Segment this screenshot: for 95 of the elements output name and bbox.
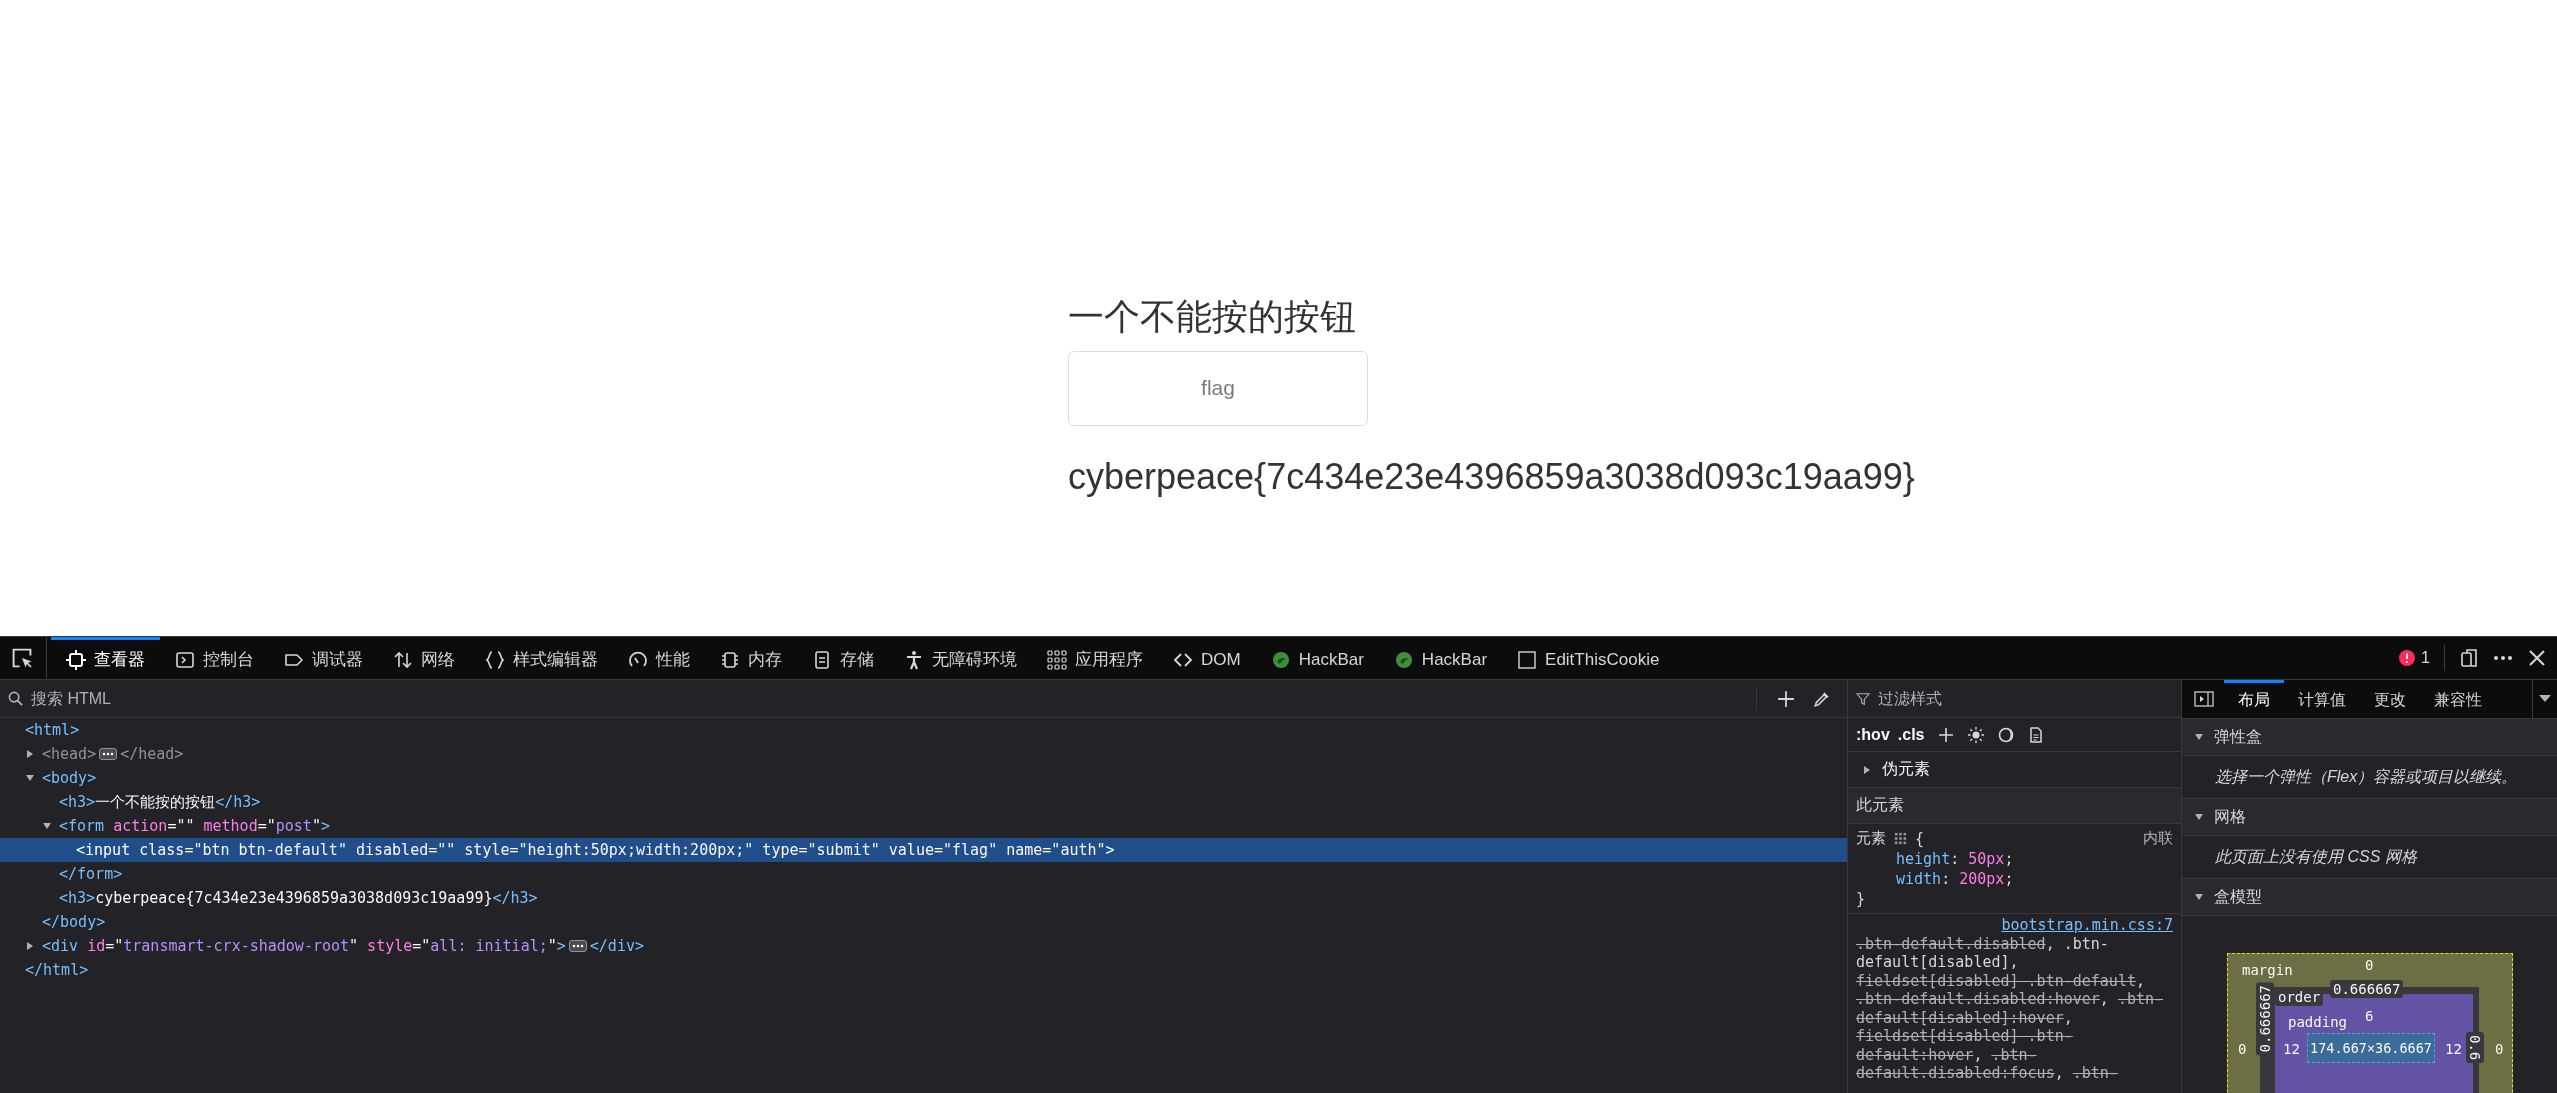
disclosure-triangle-icon[interactable] (2194, 892, 2204, 902)
add-icon[interactable] (1938, 726, 1955, 743)
box-value: 0 (2238, 1040, 2247, 1058)
devtools-tab[interactable]: 内存 (705, 637, 797, 679)
css-declaration[interactable]: height: 50px; (1856, 849, 2014, 869)
close-icon[interactable] (2527, 648, 2547, 668)
devtools-tab[interactable]: 样式编辑器 (470, 637, 613, 679)
markup-line[interactable]: </html> (0, 958, 1847, 982)
error-count[interactable]: 1 (2399, 649, 2430, 667)
box-value: 6 (2365, 1007, 2374, 1025)
devtools-tab[interactable]: 控制台 (160, 637, 269, 679)
disclosure-triangle-icon[interactable] (1862, 764, 1872, 775)
box-label: margin (2242, 961, 2293, 979)
grid-icon (1047, 649, 1067, 670)
markup-line[interactable]: <h3>一个不能按的按钮</h3> (0, 790, 1847, 814)
box-value: 0 (2365, 956, 2374, 974)
rule-origin: 内联 (2143, 829, 2173, 848)
markup-line[interactable]: </form> (0, 862, 1847, 886)
sidebar-tab[interactable]: 更改 (2360, 680, 2420, 718)
devtools-tab[interactable]: 性能 (613, 637, 705, 679)
box-value: 0.666667 (2330, 980, 2404, 998)
source-link[interactable]: bootstrap.min.css:7 (2001, 916, 2173, 935)
page-heading: 一个不能按的按钮 (1068, 297, 1357, 337)
responsive-icon[interactable] (2459, 648, 2479, 668)
devtools-tab[interactable]: 存储 (797, 637, 889, 679)
markup-line[interactable]: <html> (0, 718, 1847, 742)
sidebar-tab[interactable]: 计算值 (2284, 680, 2360, 718)
devtools-tab[interactable]: EditThisCookie (1502, 637, 1675, 679)
disclosure-triangle-icon[interactable] (25, 941, 35, 951)
half-moon-icon[interactable] (1998, 726, 2015, 743)
flag-text: cyberpeace{7c434e23e4396859a3038d093c19aa99} (1068, 456, 1916, 497)
target-box-icon (66, 649, 86, 670)
devtools-tab[interactable]: 调试器 (269, 637, 378, 679)
devtools-tab[interactable]: HackBar (1378, 637, 1503, 679)
section-header[interactable]: 盒模型 (2182, 879, 2557, 916)
brace: { (1915, 829, 1925, 848)
extension-icon (1270, 649, 1291, 670)
search-field[interactable]: 搜索 HTML (29, 688, 1750, 709)
terminal-icon (175, 649, 195, 670)
chip-icon (720, 649, 740, 670)
ellipsis-icon[interactable] (568, 940, 587, 952)
braces-icon (485, 649, 505, 670)
toggle-button[interactable]: :hov (1856, 725, 1890, 744)
devtools-tab[interactable]: HackBar (1255, 637, 1379, 679)
markup-line[interactable]: <head> </head> (0, 742, 1847, 766)
extension-icon (1393, 649, 1414, 670)
square-icon (1517, 649, 1538, 670)
content-box: 174.667×36.6667 (2307, 1033, 2435, 1063)
disclosure-triangle-icon[interactable] (25, 749, 35, 759)
box-value: 12 (2283, 1040, 2300, 1058)
node-dots-icon[interactable] (1894, 832, 1907, 845)
caret-icon[interactable] (2539, 695, 2551, 703)
section-header: 此元素 (1848, 788, 2181, 824)
devtools-tab[interactable]: DOM (1158, 637, 1256, 679)
box-value: 12 (2445, 1040, 2462, 1058)
box-value: 0.666667 (2256, 982, 2274, 1056)
css-declaration[interactable]: width: 200px; (1856, 869, 2014, 889)
markup-line[interactable]: </body> (0, 910, 1847, 934)
devtools-tab[interactable]: 应用程序 (1032, 637, 1158, 679)
disclosure-triangle-icon[interactable] (25, 773, 35, 783)
drawer-icon (812, 649, 832, 670)
disclosure-triangle-icon[interactable] (2194, 732, 2204, 742)
rule-selector: 元素 (1856, 829, 1886, 848)
filter-field[interactable]: 过滤样式 (1876, 688, 2173, 709)
ellipsis-icon[interactable] (99, 748, 118, 760)
element-picker-icon[interactable] (10, 646, 34, 670)
box-value: 0.6 (2466, 1032, 2484, 1064)
devtools-tab[interactable]: 网络 (378, 637, 470, 679)
section-header[interactable]: 网格 (2182, 799, 2557, 836)
sun-icon[interactable] (1968, 726, 1985, 743)
markup-line[interactable]: <body> (0, 766, 1847, 790)
filter-icon (1856, 691, 1870, 706)
markup-line[interactable]: <div id="transmart-crx-shadow-root" style="all: initial;"> </div> (0, 934, 1847, 958)
rule-selector: .btn-default.disabled, .btn-default[disabled], fieldset[disabled] .btn-default, .btn-default.disabled:hover, .btn-default[disabled]:hover, fieldset[disabled] .btn-default:hover, .btn-default.disabled:focus, .btn- (1856, 934, 2165, 1083)
sidebar-tab[interactable]: 兼容性 (2420, 680, 2496, 718)
disclosure-triangle-icon[interactable] (42, 821, 52, 831)
document-icon[interactable] (2028, 726, 2045, 743)
section-header[interactable]: 弹性盒 (2182, 719, 2557, 756)
box-value: 0 (2495, 1040, 2504, 1058)
devtools-tab[interactable]: 查看器 (51, 637, 160, 679)
search-icon (8, 691, 23, 706)
box-label: order (2275, 988, 2324, 1006)
brace: } (1856, 889, 1866, 909)
devtools-tab[interactable]: 无障碍环境 (889, 637, 1032, 679)
box-label: padding (2288, 1013, 2347, 1031)
person-icon (904, 649, 924, 670)
add-icon[interactable] (1777, 689, 1795, 708)
markup-line[interactable]: <h3>cyberpeace{7c434e23e4396859a3038d093c19aa99}</h3> (0, 886, 1847, 910)
sidebar-toggle-icon[interactable] (2194, 691, 2214, 707)
markup-line[interactable]: <form action="" method="post"> (0, 814, 1847, 838)
toggle-button[interactable]: .cls (1897, 725, 1925, 744)
disclosure-triangle-icon[interactable] (2194, 812, 2204, 822)
up-down-arrows-icon (393, 649, 413, 670)
eyedropper-icon[interactable] (1813, 689, 1831, 708)
error-icon (2399, 650, 2416, 666)
